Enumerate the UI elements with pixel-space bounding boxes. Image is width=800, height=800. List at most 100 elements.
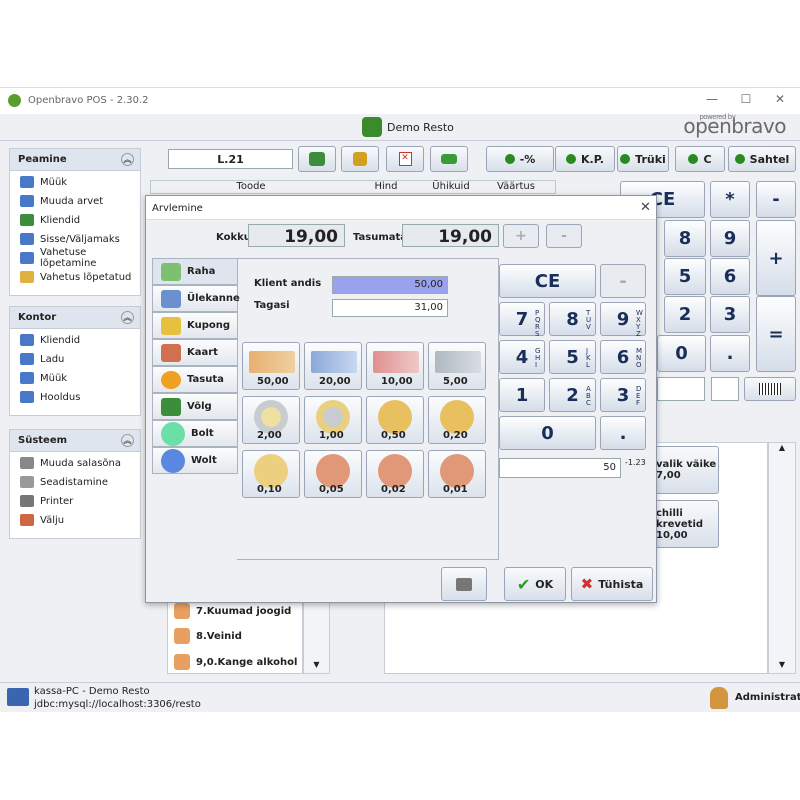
tab-card[interactable]: Kaart: [152, 339, 238, 366]
bg-minus-key[interactable]: -: [756, 181, 796, 218]
calendar-icon: [20, 271, 34, 283]
drink-icon: [174, 654, 190, 670]
bg-multiply-key[interactable]: *: [710, 181, 750, 218]
bg-qty-input[interactable]: [711, 377, 739, 401]
remove-payment-button[interactable]: -: [546, 224, 582, 248]
banknote-icon: [249, 351, 295, 373]
printer-icon: [20, 495, 34, 507]
bg-key-8[interactable]: 8: [664, 220, 706, 257]
drink-icon: [174, 628, 190, 644]
coin-2[interactable]: 2,00: [242, 396, 300, 444]
bg-plus-key[interactable]: +: [756, 220, 796, 296]
drawer-button[interactable]: Sahtel: [728, 146, 796, 172]
category-item[interactable]: 9,0.Kange alkohol: [168, 649, 302, 675]
amount-input[interactable]: 50: [499, 458, 621, 478]
bg-key-2[interactable]: 2: [664, 296, 706, 333]
menu-item-printer[interactable]: Printer: [10, 490, 140, 509]
coupon-icon: [161, 316, 181, 335]
menu-item-sale[interactable]: Müük: [10, 171, 140, 190]
monitor-icon: [20, 195, 34, 207]
print-button[interactable]: Trüki: [617, 146, 669, 172]
delete-ticket-button[interactable]: ✕: [386, 146, 424, 172]
dlg-key-1[interactable]: 1: [499, 378, 545, 412]
bg-key-6[interactable]: 6: [710, 258, 750, 295]
dlg-dot-key[interactable]: .: [600, 416, 646, 450]
close-window-button[interactable]: ✕: [772, 92, 788, 106]
coin-icon: [378, 454, 412, 488]
bg-barcode-input[interactable]: [657, 377, 705, 401]
menu-item-close-shift[interactable]: Vahetuse lõpetamine: [10, 247, 140, 269]
split-button[interactable]: [341, 146, 379, 172]
monitor-icon: [20, 233, 34, 245]
tab-coupon[interactable]: Kupong: [152, 312, 238, 339]
given-amount-field[interactable]: 50,00: [332, 276, 448, 294]
coin-050[interactable]: 0,50: [366, 396, 424, 444]
kp-button[interactable]: K.P.: [555, 146, 615, 172]
note-10[interactable]: 10,00: [366, 342, 424, 390]
bg-dot-key[interactable]: .: [710, 335, 750, 372]
product-scrollbar[interactable]: ▲ ▼: [768, 442, 796, 674]
dlg-key-0[interactable]: 0: [499, 416, 596, 450]
menu-item-settings[interactable]: Seadistamine: [10, 471, 140, 490]
menu-item-exit[interactable]: Välju: [10, 509, 140, 528]
menu-item-customers[interactable]: Kliendid: [10, 209, 140, 228]
menu-item-sales[interactable]: Müük: [10, 367, 140, 386]
tab-free[interactable]: Tasuta: [152, 366, 238, 393]
banknote-icon: [435, 351, 481, 373]
ok-button[interactable]: ✔ OK: [504, 567, 566, 601]
collapse-chevron-icon[interactable]: ︽: [121, 153, 134, 166]
category-item[interactable]: 8.Veinid: [168, 623, 302, 649]
coin-icon: [440, 454, 474, 488]
menu-item-maintenance[interactable]: Hooldus: [10, 386, 140, 405]
tab-wolt[interactable]: Wolt: [152, 447, 238, 474]
tab-cash[interactable]: Raha: [152, 258, 238, 285]
bg-key-5[interactable]: 5: [664, 258, 706, 295]
check-icon: ✔: [516, 574, 531, 594]
dlg-ce-key[interactable]: CE: [499, 264, 596, 298]
cash-icon: [161, 262, 181, 281]
coin-001[interactable]: 0,01: [428, 450, 486, 498]
maximize-button[interactable]: ☐: [738, 92, 754, 106]
discount-button[interactable]: -%: [486, 146, 554, 172]
monitor-icon: [20, 252, 34, 264]
bg-key-3[interactable]: 3: [710, 296, 750, 333]
close-dialog-button[interactable]: ✕: [640, 200, 651, 215]
collapse-chevron-icon[interactable]: ︽: [121, 311, 134, 324]
note-5[interactable]: 5,00: [428, 342, 486, 390]
menu-item-stock[interactable]: Ladu: [10, 348, 140, 367]
dlg-minus-key[interactable]: -: [600, 264, 646, 298]
tab-transfer[interactable]: Ülekanne: [152, 285, 240, 312]
coin-010[interactable]: 0,10: [242, 450, 300, 498]
app-name: Demo Resto: [362, 116, 454, 138]
drink-icon: [174, 603, 190, 619]
bg-key-9[interactable]: 9: [710, 220, 750, 257]
bg-equals-key[interactable]: =: [756, 296, 796, 372]
collapse-chevron-icon[interactable]: ︽: [121, 434, 134, 447]
menu-item-kontor-customers[interactable]: Kliendid: [10, 329, 140, 348]
coin-icon: [316, 454, 350, 488]
coin-1[interactable]: 1,00: [304, 396, 362, 444]
category-scrollbar[interactable]: ▼: [303, 598, 330, 674]
coin-020[interactable]: 0,20: [428, 396, 486, 444]
panel-peamine: Peamine ︽ Müük Muuda arvet Kliendid Sisse…: [9, 148, 141, 296]
minimize-button[interactable]: —: [704, 92, 720, 106]
menu-item-change-password[interactable]: Muuda salasõna: [10, 452, 140, 471]
barcode-button[interactable]: [744, 377, 796, 401]
coin-005[interactable]: 0,05: [304, 450, 362, 498]
menu-item-cash-inout[interactable]: Sisse/Väljamaks: [10, 228, 140, 247]
bg-key-0[interactable]: 0: [657, 335, 706, 372]
print-receipt-button[interactable]: [441, 567, 487, 601]
move-ticket-button[interactable]: [430, 146, 468, 172]
note-20[interactable]: 20,00: [304, 342, 362, 390]
menu-item-edit-receipt[interactable]: Muuda arvet: [10, 190, 140, 209]
cancel-button[interactable]: ✖ Tühista: [571, 567, 653, 601]
tab-bolt[interactable]: Bolt: [152, 420, 238, 447]
customer-button[interactable]: [298, 146, 336, 172]
tab-debt[interactable]: Võlg: [152, 393, 238, 420]
note-50[interactable]: 50,00: [242, 342, 300, 390]
c-button[interactable]: C: [675, 146, 725, 172]
add-payment-button[interactable]: +: [503, 224, 539, 248]
coin-002[interactable]: 0,02: [366, 450, 424, 498]
folder-icon: [20, 353, 34, 365]
tools-icon: [20, 476, 34, 488]
